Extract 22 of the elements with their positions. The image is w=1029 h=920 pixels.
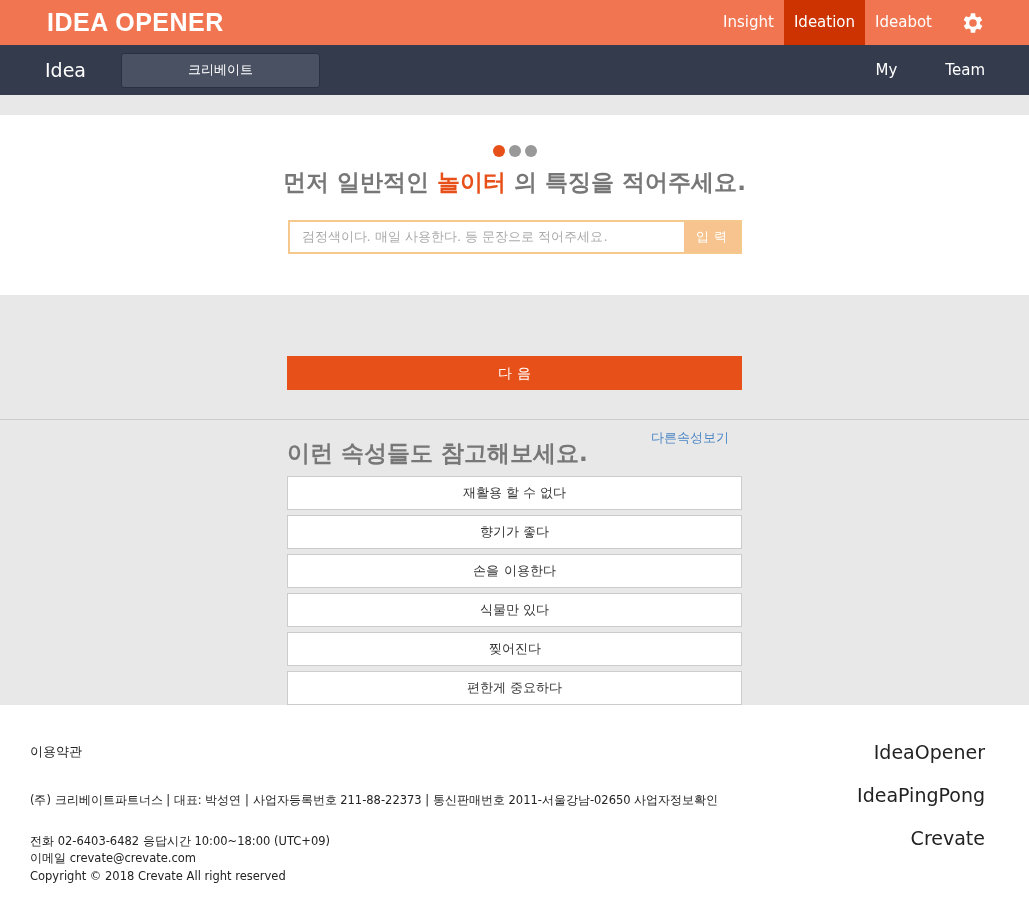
suggestion-item[interactable]: 손을 이용한다 bbox=[287, 553, 742, 588]
suggestion-item[interactable]: 찢어진다 bbox=[287, 631, 742, 666]
contact-line: Copyright © 2018 Crevate All right reserved bbox=[30, 867, 287, 885]
workspace-button[interactable]: 크리베이트 bbox=[121, 52, 320, 88]
suggestions-heading: 이런 속성들도 참고해보세요. bbox=[287, 439, 588, 468]
contact-line: 이메일 crevate@crevate.com bbox=[30, 850, 197, 868]
terms-link[interactable]: 이용약관 bbox=[30, 743, 719, 762]
footer-link[interactable]: Crevate bbox=[910, 829, 985, 848]
footer-link[interactable]: IdeaOpener bbox=[873, 743, 985, 762]
suggestion-item[interactable]: 향기가 좋다 bbox=[287, 514, 742, 549]
suggestion-item[interactable]: 식물만 있다 bbox=[287, 592, 742, 627]
contact-line: 전화 02-6403-6482 응답시간 10:00~18:00 (UTC+09) bbox=[30, 833, 332, 850]
question-heading: 먼저 일반적인 놀이터 의 특징을 적어주세요. bbox=[283, 168, 746, 197]
suggestion-item[interactable]: 재활용 할 수 없다 bbox=[287, 475, 742, 510]
company-info: (주) 크리베이트파트너스 | 대표: 박성연 | 사업자등록번호 211-88-22373 | 통신판매번호 2011-서울강남-02650 사업자정보확인 bbox=[30, 791, 719, 809]
next-button[interactable]: 다 음 bbox=[287, 356, 742, 390]
page-title: Idea bbox=[45, 57, 86, 83]
suggestion-item[interactable]: 편한게 중요하다 bbox=[287, 670, 742, 705]
nav-link[interactable]: My bbox=[875, 58, 898, 82]
nav-link[interactable]: Team bbox=[945, 58, 985, 82]
footer-link[interactable]: IdeaPingPong bbox=[857, 786, 985, 805]
nav-tab[interactable]: Ideation bbox=[783, 0, 866, 45]
